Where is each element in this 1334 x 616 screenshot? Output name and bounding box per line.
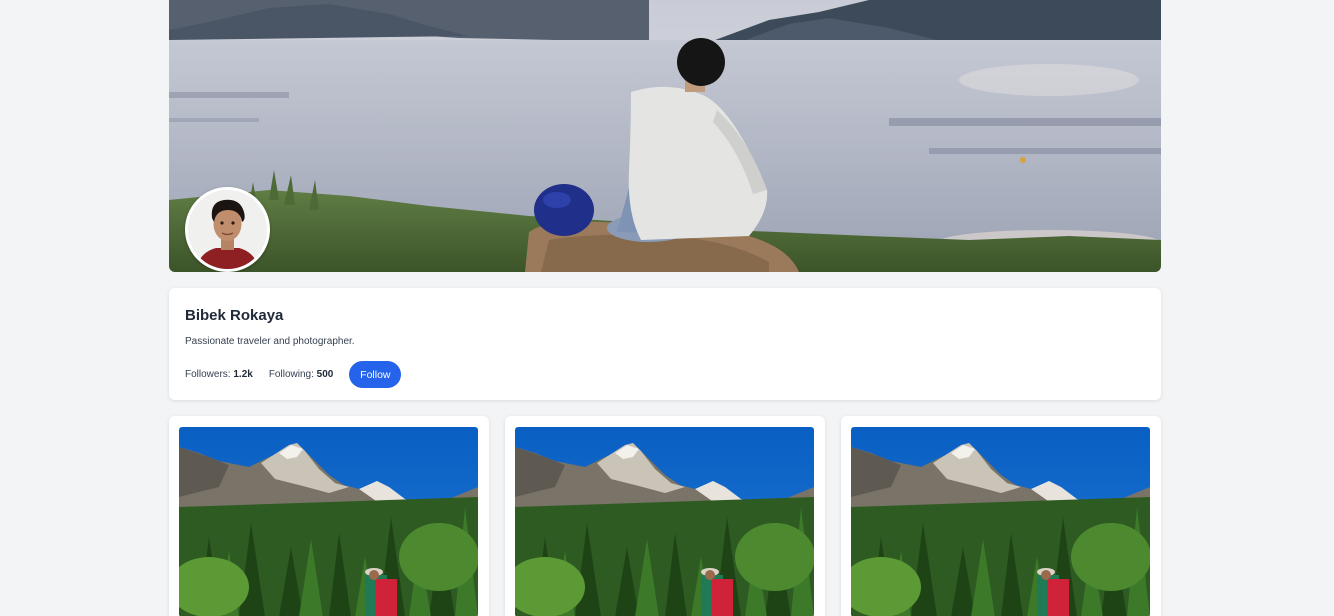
post-card[interactable] [169,416,489,616]
followers-label: Followers: [185,369,231,380]
profile-stats: Followers: 1.2k Following: 500 Follow [185,361,1145,388]
post-image[interactable] [515,427,814,616]
following-count: 500 [316,369,334,380]
followers-stat[interactable]: Followers: 1.2k [185,369,253,380]
profile-bio: Passionate traveler and photographer. [185,336,355,347]
avatar[interactable] [185,187,270,272]
following-label: Following: [268,369,314,380]
following-stat[interactable]: Following: 500 [269,369,334,380]
follow-button[interactable]: Follow [349,361,402,388]
profile-name: Bibek Rokaya [185,307,284,324]
post-image[interactable] [179,427,478,616]
followers-count: 1.2k [233,369,253,380]
cover-photo [169,0,1161,272]
profile-page: Bibek Rokaya Passionate traveler and pho… [169,0,1161,616]
post-card[interactable] [505,416,825,616]
posts-grid [169,416,1161,616]
post-card[interactable] [841,416,1161,616]
profile-info-card: Bibek Rokaya Passionate traveler and pho… [169,288,1161,400]
post-image[interactable] [851,427,1150,616]
